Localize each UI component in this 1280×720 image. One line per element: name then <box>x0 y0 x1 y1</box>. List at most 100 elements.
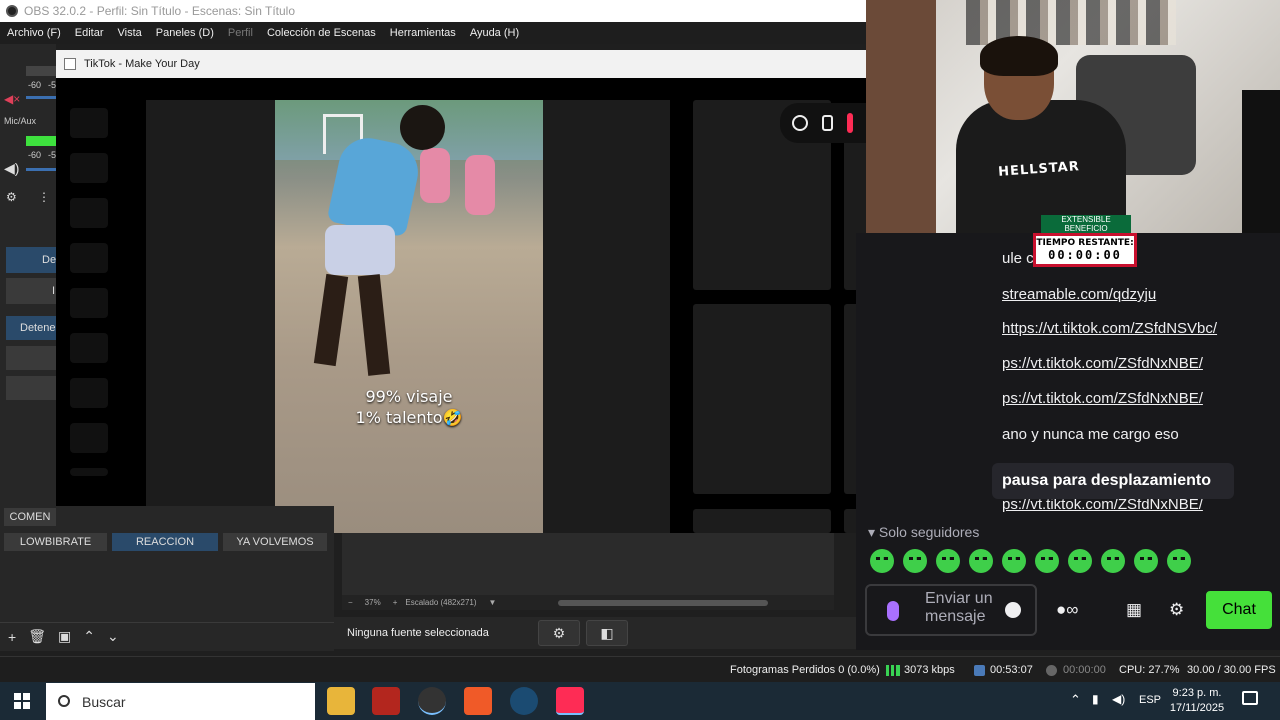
obs-taskbar-icon[interactable] <box>418 687 446 715</box>
chat-message-link[interactable]: ps://vt.tiktok.com/ZSfdNxNBE/ <box>1002 355 1203 372</box>
menu-ayuda[interactable]: Ayuda (H) <box>463 27 526 39</box>
more-options-icon[interactable]: ⋮ <box>38 190 50 204</box>
record-indicator-icon[interactable] <box>847 113 853 133</box>
followers-only-notice: ▾ Solo seguidores <box>868 524 980 540</box>
obs-logo-icon <box>6 5 18 17</box>
chevron-up-icon[interactable]: ⌃ <box>1070 692 1081 708</box>
sidebar-item[interactable] <box>70 153 108 183</box>
studio-mode-button[interactable] <box>6 346 56 370</box>
scaled-label: Escalado (482x271) <box>405 598 477 607</box>
microphone-icon[interactable] <box>887 601 899 621</box>
windows-start-icon[interactable] <box>14 693 30 709</box>
scene-button-lowbibrate[interactable]: LOWBIBRATE <box>4 533 107 551</box>
volume-slider[interactable] <box>26 96 56 99</box>
chat-message-link[interactable]: ps://vt.tiktok.com/ZSfdNxNBE/ <box>1002 390 1203 407</box>
scene-button-reaccion[interactable]: REACCION <box>112 533 218 551</box>
video-thumbnail[interactable] <box>693 304 831 494</box>
speaker-icon[interactable]: ◀) <box>4 160 19 177</box>
filters-icon[interactable]: ◧ <box>586 620 628 646</box>
stop-virtual-cam-button[interactable]: Detene <box>6 316 56 340</box>
language-indicator[interactable]: ESP <box>1139 694 1161 706</box>
sidebar-item[interactable] <box>70 468 108 476</box>
emote-picker-icon[interactable] <box>1005 602 1021 618</box>
emote-icon[interactable] <box>1035 549 1059 573</box>
emote-icon[interactable] <box>903 549 927 573</box>
video-figure <box>420 148 450 203</box>
volume-icon[interactable]: ◀) <box>1112 692 1125 706</box>
start-recording-button[interactable]: I <box>6 278 56 304</box>
scene-button-ya-volvemos[interactable]: YA VOLVEMOS <box>223 533 327 551</box>
emote-icon[interactable] <box>969 549 993 573</box>
bits-icon[interactable]: ●∞ <box>1056 600 1078 620</box>
phone-icon[interactable] <box>822 115 833 131</box>
obs-status-bar: Fotogramas Perdidos 0 (0.0%) 3073 kbps 0… <box>0 656 1280 682</box>
sidebar-item[interactable] <box>70 108 108 138</box>
menu-paneles[interactable]: Paneles (D) <box>149 27 221 39</box>
sidebar-item[interactable] <box>70 423 108 453</box>
chevron-down-icon[interactable]: ⌄ <box>107 628 119 645</box>
obs-preview[interactable] <box>342 533 834 595</box>
audio-mixer-panel: -60 -5 ◀× Mic/Aux -60 -5 ◀) ⚙ ⋮ De I Det… <box>0 44 56 506</box>
settings-button[interactable] <box>6 376 56 400</box>
clock-time: 9:23 p. m. <box>1172 687 1222 699</box>
sidebar-item[interactable] <box>70 333 108 363</box>
tiktok-video[interactable]: 99% visaje 1% talento🤣 <box>275 100 543 533</box>
sidebar-item[interactable] <box>70 378 108 408</box>
menu-herramientas[interactable]: Herramientas <box>383 27 463 39</box>
notifications-icon[interactable] <box>1242 691 1258 705</box>
window-app-icon <box>64 58 76 70</box>
brave-browser-icon[interactable] <box>464 687 492 715</box>
chat-input[interactable]: Enviar un mensaje <box>865 584 1037 636</box>
emote-icon[interactable] <box>1167 549 1191 573</box>
advanced-audio-gear-icon[interactable]: ⚙ <box>6 190 17 204</box>
file-explorer-icon[interactable] <box>327 687 355 715</box>
tiktok-icon[interactable] <box>792 115 808 131</box>
zoom-in-icon[interactable]: + <box>393 598 398 607</box>
video-thumbnail[interactable] <box>693 509 831 533</box>
menu-vista[interactable]: Vista <box>111 27 149 39</box>
chat-paused-banner[interactable]: pausa para desplazamiento <box>992 463 1234 499</box>
video-figure <box>357 274 391 376</box>
chevron-down-icon[interactable]: ▼ <box>489 598 497 607</box>
sidebar-item[interactable] <box>70 288 108 318</box>
filter-icon[interactable]: ▣ <box>58 628 71 645</box>
emote-icon[interactable] <box>1068 549 1092 573</box>
menu-coleccion-escenas[interactable]: Colección de Escenas <box>260 27 383 39</box>
store-icon[interactable]: ▦ <box>1126 600 1142 620</box>
emote-icon[interactable] <box>1002 549 1026 573</box>
emote-icon[interactable] <box>870 549 894 573</box>
steam-icon[interactable] <box>510 687 538 715</box>
menu-archivo[interactable]: Archivo (F) <box>0 27 68 39</box>
menu-editar[interactable]: Editar <box>68 27 111 39</box>
rec-status: 00:00:00 <box>1046 664 1106 676</box>
preview-scrollbar[interactable] <box>558 599 769 606</box>
sidebar-item[interactable] <box>70 243 108 273</box>
emote-row <box>870 549 1200 575</box>
tiktok-taskbar-icon[interactable] <box>556 687 584 715</box>
trash-icon[interactable]: 🗑 <box>28 628 46 645</box>
chat-message-link[interactable]: https://vt.tiktok.com/ZSfdNSVbc/ <box>1002 320 1217 337</box>
emote-icon[interactable] <box>1134 549 1158 573</box>
emote-icon[interactable] <box>1101 549 1125 573</box>
voicemeeter-icon[interactable] <box>372 687 400 715</box>
taskbar-search-input[interactable]: Buscar <box>46 683 315 720</box>
menu-perfil[interactable]: Perfil <box>221 27 260 39</box>
chat-send-button[interactable]: Chat <box>1206 591 1272 629</box>
chat-message-link[interactable]: streamable.com/qdzyju <box>1002 286 1156 303</box>
scene-button-comen[interactable]: COMEN <box>4 508 56 526</box>
add-scene-icon[interactable]: + <box>8 629 16 645</box>
gear-icon[interactable]: ⚙ <box>1169 600 1184 620</box>
video-figure <box>313 273 349 367</box>
timer-value: 00:00:00 <box>1048 248 1122 262</box>
muted-speaker-icon[interactable]: ◀× <box>4 92 22 106</box>
sidebar-item[interactable] <box>70 198 108 228</box>
zoom-out-icon[interactable]: − <box>348 598 353 607</box>
start-streaming-button[interactable]: De <box>6 247 56 273</box>
taskbar-clock[interactable]: 9:23 p. m. 17/11/2025 <box>1164 686 1230 716</box>
emote-icon[interactable] <box>936 549 960 573</box>
gear-icon[interactable]: ⚙ <box>538 620 580 646</box>
microphone-icon[interactable]: ▮ <box>1092 692 1099 706</box>
chevron-up-icon[interactable]: ⌃ <box>83 628 95 645</box>
volume-slider[interactable] <box>26 168 56 171</box>
cpu-usage: CPU: 27.7% <box>1119 664 1180 676</box>
